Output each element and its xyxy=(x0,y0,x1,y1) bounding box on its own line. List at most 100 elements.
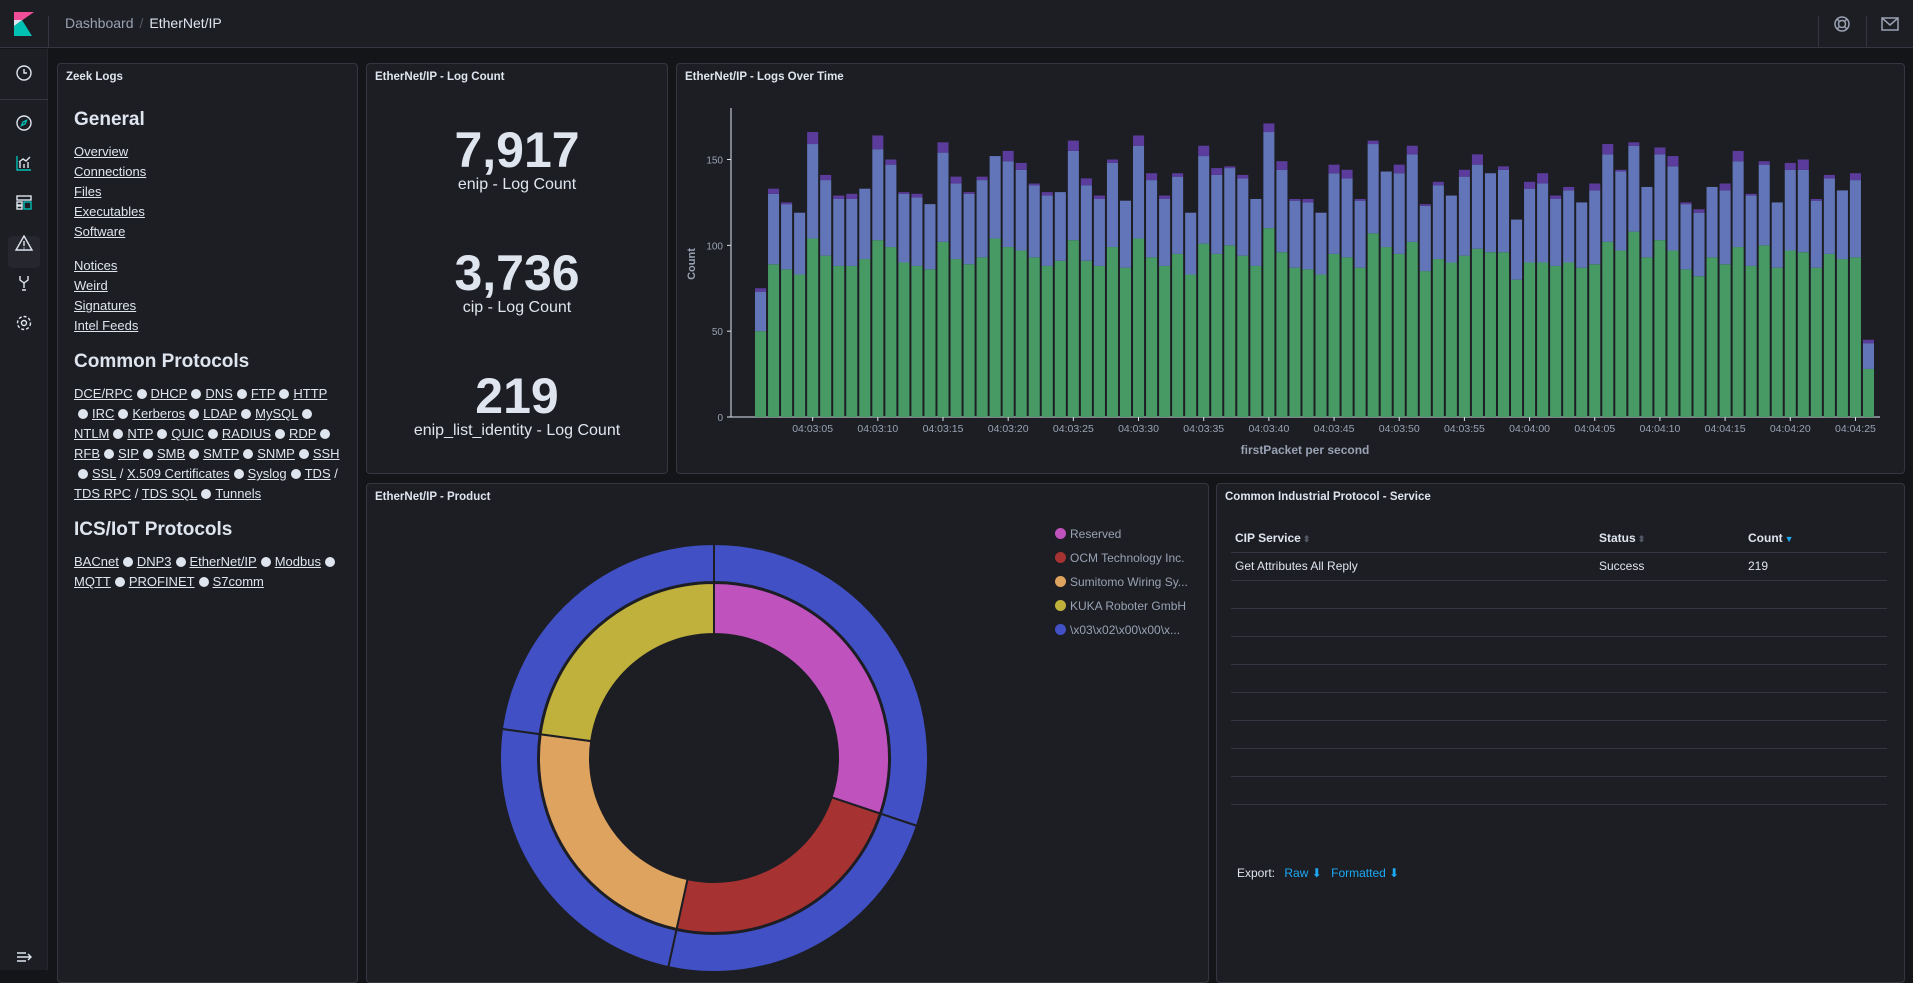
bar-segment xyxy=(846,198,858,266)
help-lifebuoy-icon[interactable] xyxy=(1832,14,1852,34)
metric-value: 3,736 xyxy=(454,245,580,301)
protocol-link[interactable]: SNMP xyxy=(257,446,295,461)
protocol-link[interactable]: LDAP xyxy=(203,406,237,421)
kibana-logo[interactable] xyxy=(14,12,34,36)
zeek-link[interactable]: Weird xyxy=(74,276,344,296)
zeek-link[interactable]: Files xyxy=(74,182,344,202)
legend-item[interactable]: Reserved xyxy=(1055,522,1188,546)
protocol-link[interactable]: RFB xyxy=(74,446,100,461)
metric-label: enip_list_identity - Log Count xyxy=(413,422,621,439)
mail-icon[interactable] xyxy=(1880,14,1900,34)
breadcrumb-dashboard[interactable]: Dashboard xyxy=(65,15,134,31)
bar-segment xyxy=(1732,161,1744,248)
bar-segment xyxy=(911,193,923,198)
bar-segment xyxy=(1406,154,1418,242)
gear-icon[interactable] xyxy=(14,313,34,333)
protocol-link[interactable]: DHCP xyxy=(151,386,188,401)
bar-segment xyxy=(1797,252,1809,417)
protocol-link[interactable]: SMTP xyxy=(203,446,239,461)
protocol-link[interactable]: SMB xyxy=(157,446,185,461)
protocol-link[interactable]: NTP xyxy=(127,426,153,441)
column-header-status[interactable]: Status ⬍ xyxy=(1595,524,1744,553)
bullet-dot xyxy=(243,449,254,459)
protocol-link[interactable]: SIP xyxy=(118,446,139,461)
bar-segment xyxy=(1862,368,1874,417)
protocol-link[interactable]: MQTT xyxy=(74,574,111,589)
compass-icon[interactable] xyxy=(14,113,34,133)
bar-segment xyxy=(924,204,936,270)
table-cell xyxy=(1231,692,1595,721)
zeek-link[interactable]: Signatures xyxy=(74,296,344,316)
protocol-link[interactable]: BACnet xyxy=(74,554,119,569)
dashboard-icon[interactable] xyxy=(14,193,34,213)
zeek-link[interactable]: Executables xyxy=(74,202,344,222)
bar-segment xyxy=(1354,200,1366,268)
protocol-link[interactable]: FTP xyxy=(251,386,276,401)
protocol-link[interactable]: IRC xyxy=(92,406,114,421)
export-raw-link[interactable]: Raw ⬇ xyxy=(1284,866,1321,880)
legend-item[interactable]: \x03\x02\x00\x00\x... xyxy=(1055,618,1188,642)
legend-item[interactable]: OCM Technology Inc. xyxy=(1055,546,1188,570)
protocol-link[interactable]: X.509 Certificates xyxy=(127,466,230,481)
bar-segment xyxy=(1719,190,1731,265)
protocol-link[interactable]: MySQL xyxy=(255,406,298,421)
protocol-link[interactable]: SSH xyxy=(313,446,340,461)
protocol-link[interactable]: S7comm xyxy=(213,574,264,589)
bar-segment xyxy=(1693,276,1705,417)
legend-item[interactable]: Sumitomo Wiring Sy... xyxy=(1055,570,1188,594)
column-header-count[interactable]: Count ▼ xyxy=(1744,524,1887,553)
bar-segment xyxy=(1797,169,1809,253)
visualize-chart-icon[interactable] xyxy=(14,153,34,173)
table-cell xyxy=(1744,580,1887,609)
bullet-dot xyxy=(198,577,209,587)
zeek-link[interactable]: Software xyxy=(74,222,344,242)
protocol-link[interactable]: HTTP xyxy=(293,386,327,401)
protocol-link[interactable]: RADIUS xyxy=(222,426,271,441)
bar-segment xyxy=(1367,144,1379,234)
protocol-link[interactable]: SSL xyxy=(92,466,116,481)
alert-warning-icon[interactable] xyxy=(14,233,34,253)
zeek-link[interactable]: Connections xyxy=(74,162,344,182)
collapse-menu-icon[interactable] xyxy=(14,947,34,967)
protocol-link[interactable]: DNS xyxy=(205,386,232,401)
zeek-link[interactable]: Overview xyxy=(74,142,344,162)
protocol-link[interactable]: PROFINET xyxy=(129,574,195,589)
bar-segment xyxy=(1628,145,1640,232)
protocol-link[interactable]: DCE/RPC xyxy=(74,386,133,401)
sort-icon[interactable]: ⬍ xyxy=(1638,534,1646,544)
legend-swatch xyxy=(1055,528,1066,539)
export-formatted-link[interactable]: Formatted ⬇ xyxy=(1331,866,1399,880)
sort-icon[interactable]: ⬍ xyxy=(1303,534,1311,544)
bullet-dot xyxy=(189,409,200,419)
protocol-link[interactable]: EtherNet/IP xyxy=(190,554,257,569)
zeek-link[interactable]: Notices xyxy=(74,256,344,276)
protocol-link[interactable]: TDS RPC xyxy=(74,486,131,501)
protocol-link[interactable]: TDS xyxy=(305,466,331,481)
protocol-link[interactable]: DNP3 xyxy=(137,554,172,569)
protocol-link[interactable]: Modbus xyxy=(275,554,321,569)
protocol-link[interactable]: TDS SQL xyxy=(142,486,198,501)
protocol-link[interactable]: NTLM xyxy=(74,426,109,441)
bar-segment xyxy=(1732,247,1744,417)
protocol-link[interactable]: Syslog xyxy=(248,466,287,481)
protocol-link[interactable]: Kerberos xyxy=(132,406,185,421)
bullet-dot xyxy=(320,429,331,439)
legend-label: Sumitomo Wiring Sy... xyxy=(1070,575,1188,589)
legend-item[interactable]: KUKA Roboter GmbH xyxy=(1055,594,1188,618)
protocol-link[interactable]: RDP xyxy=(289,426,316,441)
protocol-link[interactable]: QUIC xyxy=(171,426,204,441)
bar-segment xyxy=(1823,253,1835,417)
protocol-link[interactable]: Tunnels xyxy=(215,486,261,501)
bar-segment xyxy=(794,274,806,417)
bar-segment xyxy=(1341,257,1353,417)
bar-segment xyxy=(1067,240,1079,417)
bullet-dot xyxy=(189,449,200,459)
x-tick-label: 04:03:50 xyxy=(1379,423,1420,435)
column-header-cip-service[interactable]: CIP Service ⬍ xyxy=(1231,524,1595,553)
zeek-link[interactable]: Intel Feeds xyxy=(74,316,344,336)
clock-icon[interactable] xyxy=(14,63,34,83)
download-icon: ⬇ xyxy=(1389,866,1400,880)
sort-descending-icon[interactable]: ▼ xyxy=(1785,534,1794,544)
bar-segment xyxy=(1380,171,1392,248)
dev-tools-wrench-icon[interactable] xyxy=(14,273,34,293)
